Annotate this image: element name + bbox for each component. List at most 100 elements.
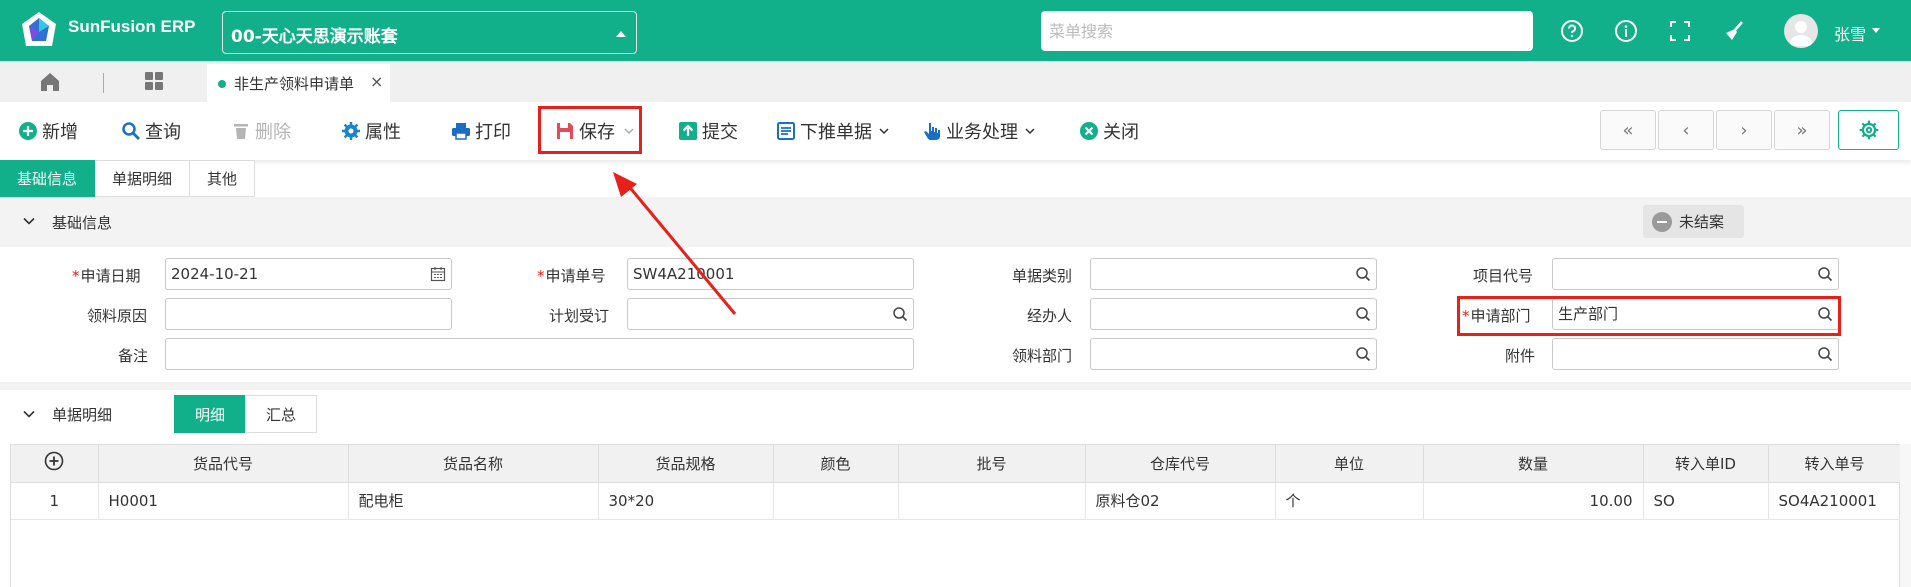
- first-record-button[interactable]: «: [1600, 110, 1656, 150]
- help-icon[interactable]: [1560, 19, 1584, 43]
- business-process-button[interactable]: 业务处理: [922, 118, 1040, 144]
- close-button[interactable]: 关闭: [1079, 118, 1139, 144]
- chevron-down-icon[interactable]: [22, 214, 36, 228]
- calendar-icon[interactable]: [430, 266, 446, 282]
- attributes-label: 属性: [365, 122, 401, 143]
- cell-item-code[interactable]: H0001: [98, 482, 349, 520]
- cell-warehouse[interactable]: 原料仓02: [1085, 482, 1276, 520]
- pick-dept-field[interactable]: [1090, 338, 1377, 370]
- avatar[interactable]: [1784, 14, 1818, 48]
- search-icon[interactable]: [1817, 266, 1833, 282]
- reason-field[interactable]: [165, 298, 452, 330]
- tab-basic-info[interactable]: 基础信息: [0, 160, 96, 197]
- plan-order-label: 计划受订: [549, 307, 610, 325]
- cell-batch[interactable]: [898, 482, 1086, 520]
- tab-other[interactable]: 其他: [190, 160, 256, 197]
- column-header[interactable]: 颜色: [773, 445, 899, 483]
- cell-item-spec[interactable]: 30*20: [598, 482, 774, 520]
- hand-pointer-icon: [924, 123, 940, 140]
- close-icon[interactable]: ×: [370, 72, 383, 91]
- detail-title: 单据明细: [52, 406, 113, 424]
- apply-no-field[interactable]: SW4A210001: [627, 258, 914, 290]
- column-header[interactable]: 转入单号: [1768, 445, 1902, 483]
- detail-grid: 货品代号 货品名称 货品规格 颜色 批号 仓库代号 单位 数量 转入单ID 转入…: [10, 444, 1902, 587]
- detail-table: 货品代号 货品名称 货品规格 颜色 批号 仓库代号 单位 数量 转入单ID 转入…: [11, 445, 1902, 520]
- column-header[interactable]: 批号: [898, 445, 1086, 483]
- tab-document-details[interactable]: 单据明细: [95, 160, 191, 197]
- chevron-down-icon[interactable]: [1872, 28, 1880, 33]
- tab-detail[interactable]: 明细: [174, 395, 246, 433]
- close-label: 关闭: [1103, 122, 1139, 143]
- apply-date-field[interactable]: 2024-10-21: [165, 258, 452, 290]
- search-icon[interactable]: [1355, 266, 1371, 282]
- reason-label: 领料原因: [87, 307, 148, 325]
- attributes-button[interactable]: 属性: [341, 118, 401, 144]
- info-icon[interactable]: [1614, 19, 1638, 43]
- add-row-header[interactable]: [11, 445, 99, 483]
- plus-circle-icon: [19, 122, 37, 140]
- section-tabs: 基础信息 单据明细 其他: [0, 160, 256, 197]
- print-label: 打印: [475, 122, 511, 143]
- top-bar: SunFusion ERP 00-天心天思演示账套 张雪: [0, 0, 1911, 61]
- column-header[interactable]: 货品规格: [598, 445, 774, 483]
- tab-non-production-requisition[interactable]: 非生产领料申请单 ×: [207, 64, 390, 102]
- cell-quantity[interactable]: 10.00: [1423, 482, 1644, 520]
- attachment-field[interactable]: [1552, 338, 1839, 370]
- tab-summary[interactable]: 汇总: [245, 395, 317, 433]
- push-down-button[interactable]: 下推单据: [776, 118, 894, 144]
- cell-item-name[interactable]: 配电柜: [348, 482, 599, 520]
- vertical-scrollbar[interactable]: [1900, 444, 1911, 587]
- plan-order-field[interactable]: [627, 298, 914, 330]
- user-name[interactable]: 张雪: [1834, 21, 1866, 45]
- column-header[interactable]: 货品名称: [348, 445, 599, 483]
- search-icon[interactable]: [1355, 306, 1371, 322]
- detail-header[interactable]: 单据明细 明细 汇总: [0, 390, 1911, 438]
- plus-circle-icon[interactable]: [44, 451, 64, 471]
- column-header[interactable]: 单位: [1275, 445, 1424, 483]
- search-icon[interactable]: [1817, 346, 1833, 362]
- cell-source-no[interactable]: SO4A210001: [1768, 482, 1902, 520]
- column-header[interactable]: 货品代号: [98, 445, 349, 483]
- minus-circle-icon: [1652, 211, 1672, 232]
- apply-date-label: *申请日期: [72, 265, 141, 286]
- attachment-label: 附件: [1505, 347, 1536, 365]
- search-icon[interactable]: [1355, 346, 1371, 362]
- cell-unit[interactable]: 个: [1275, 482, 1424, 520]
- project-code-field[interactable]: [1552, 258, 1839, 290]
- account-selector[interactable]: 00-天心天思演示账套: [222, 11, 637, 54]
- next-record-button[interactable]: ›: [1716, 110, 1772, 150]
- query-button[interactable]: 查询: [121, 118, 181, 144]
- table-row[interactable]: 1 H0001 配电柜 30*20 原料仓02 个 10.00 SO SO4A2…: [11, 482, 1902, 520]
- handler-label: 经办人: [1027, 307, 1073, 325]
- delete-button[interactable]: 删除: [231, 118, 291, 144]
- required-mark: *: [537, 267, 545, 285]
- column-header[interactable]: 转入单ID: [1643, 445, 1769, 483]
- status-badge: 未结案: [1643, 205, 1744, 238]
- basic-info-header[interactable]: 基础信息 未结案: [0, 197, 1911, 247]
- print-button[interactable]: 打印: [451, 118, 511, 144]
- submit-button[interactable]: 提交: [678, 118, 738, 144]
- document-list-icon: [777, 122, 795, 140]
- upload-icon: [679, 122, 697, 140]
- fullscreen-icon[interactable]: [1668, 19, 1692, 43]
- home-icon[interactable]: [38, 70, 62, 94]
- column-header[interactable]: 仓库代号: [1085, 445, 1276, 483]
- pick-dept-label: 领料部门: [1012, 347, 1073, 365]
- add-button[interactable]: 新增: [18, 118, 78, 144]
- prev-record-button[interactable]: ‹: [1658, 110, 1714, 150]
- handler-field[interactable]: [1090, 298, 1377, 330]
- menu-search-input[interactable]: [1041, 11, 1533, 51]
- doc-type-field[interactable]: [1090, 258, 1377, 290]
- settings-button[interactable]: [1838, 110, 1899, 150]
- close-circle-icon: [1080, 122, 1098, 140]
- broom-icon[interactable]: [1722, 19, 1746, 43]
- last-record-button[interactable]: »: [1774, 110, 1830, 150]
- remark-field[interactable]: [165, 338, 914, 370]
- submit-label: 提交: [702, 122, 738, 143]
- chevron-down-icon[interactable]: [22, 407, 36, 421]
- column-header[interactable]: 数量: [1423, 445, 1644, 483]
- cell-color[interactable]: [773, 482, 899, 520]
- grid-icon[interactable]: [142, 69, 166, 93]
- search-icon[interactable]: [892, 306, 908, 322]
- cell-source-id[interactable]: SO: [1643, 482, 1769, 520]
